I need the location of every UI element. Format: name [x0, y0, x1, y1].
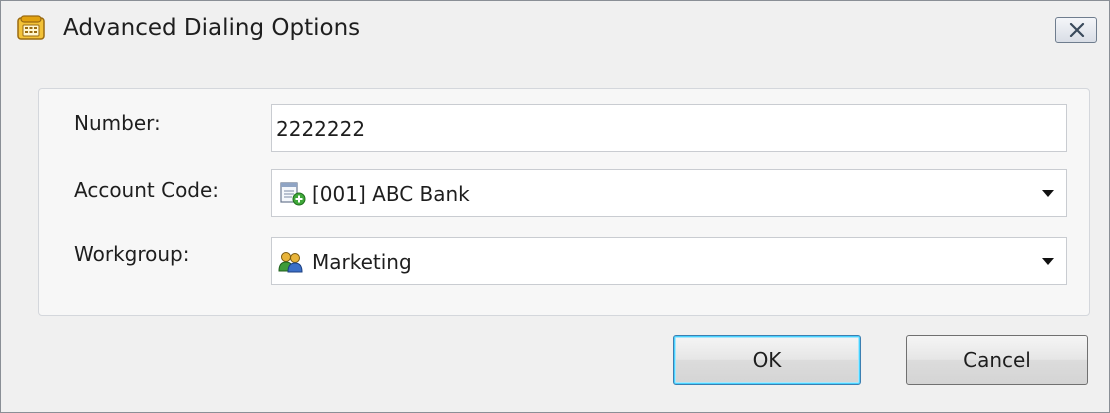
account-code-icon	[280, 182, 306, 206]
workgroup-dropdown[interactable]: Marketing	[271, 237, 1067, 285]
close-icon	[1069, 23, 1085, 37]
workgroup-selected: Marketing	[312, 250, 412, 274]
telephone-icon	[17, 15, 45, 41]
ok-button[interactable]: OK	[673, 335, 861, 385]
title-bar: Advanced Dialing Options	[1, 1, 1109, 55]
account-code-dropdown[interactable]: [001] ABC Bank	[271, 169, 1067, 217]
account-code-label: Account Code:	[74, 178, 220, 202]
chevron-down-icon[interactable]	[1042, 258, 1054, 265]
workgroup-label: Workgroup:	[74, 242, 190, 266]
dialog-title: Advanced Dialing Options	[63, 15, 361, 41]
close-button[interactable]	[1055, 17, 1097, 43]
advanced-dialing-options-dialog: Advanced Dialing Options Number: 2222222…	[0, 0, 1110, 413]
account-code-selected: [001] ABC Bank	[312, 182, 470, 206]
workgroup-icon	[278, 250, 304, 274]
number-input[interactable]: 2222222	[271, 104, 1067, 152]
number-label: Number:	[74, 111, 161, 135]
cancel-button[interactable]: Cancel	[906, 335, 1088, 385]
chevron-down-icon[interactable]	[1042, 190, 1054, 197]
number-value: 2222222	[276, 117, 366, 141]
